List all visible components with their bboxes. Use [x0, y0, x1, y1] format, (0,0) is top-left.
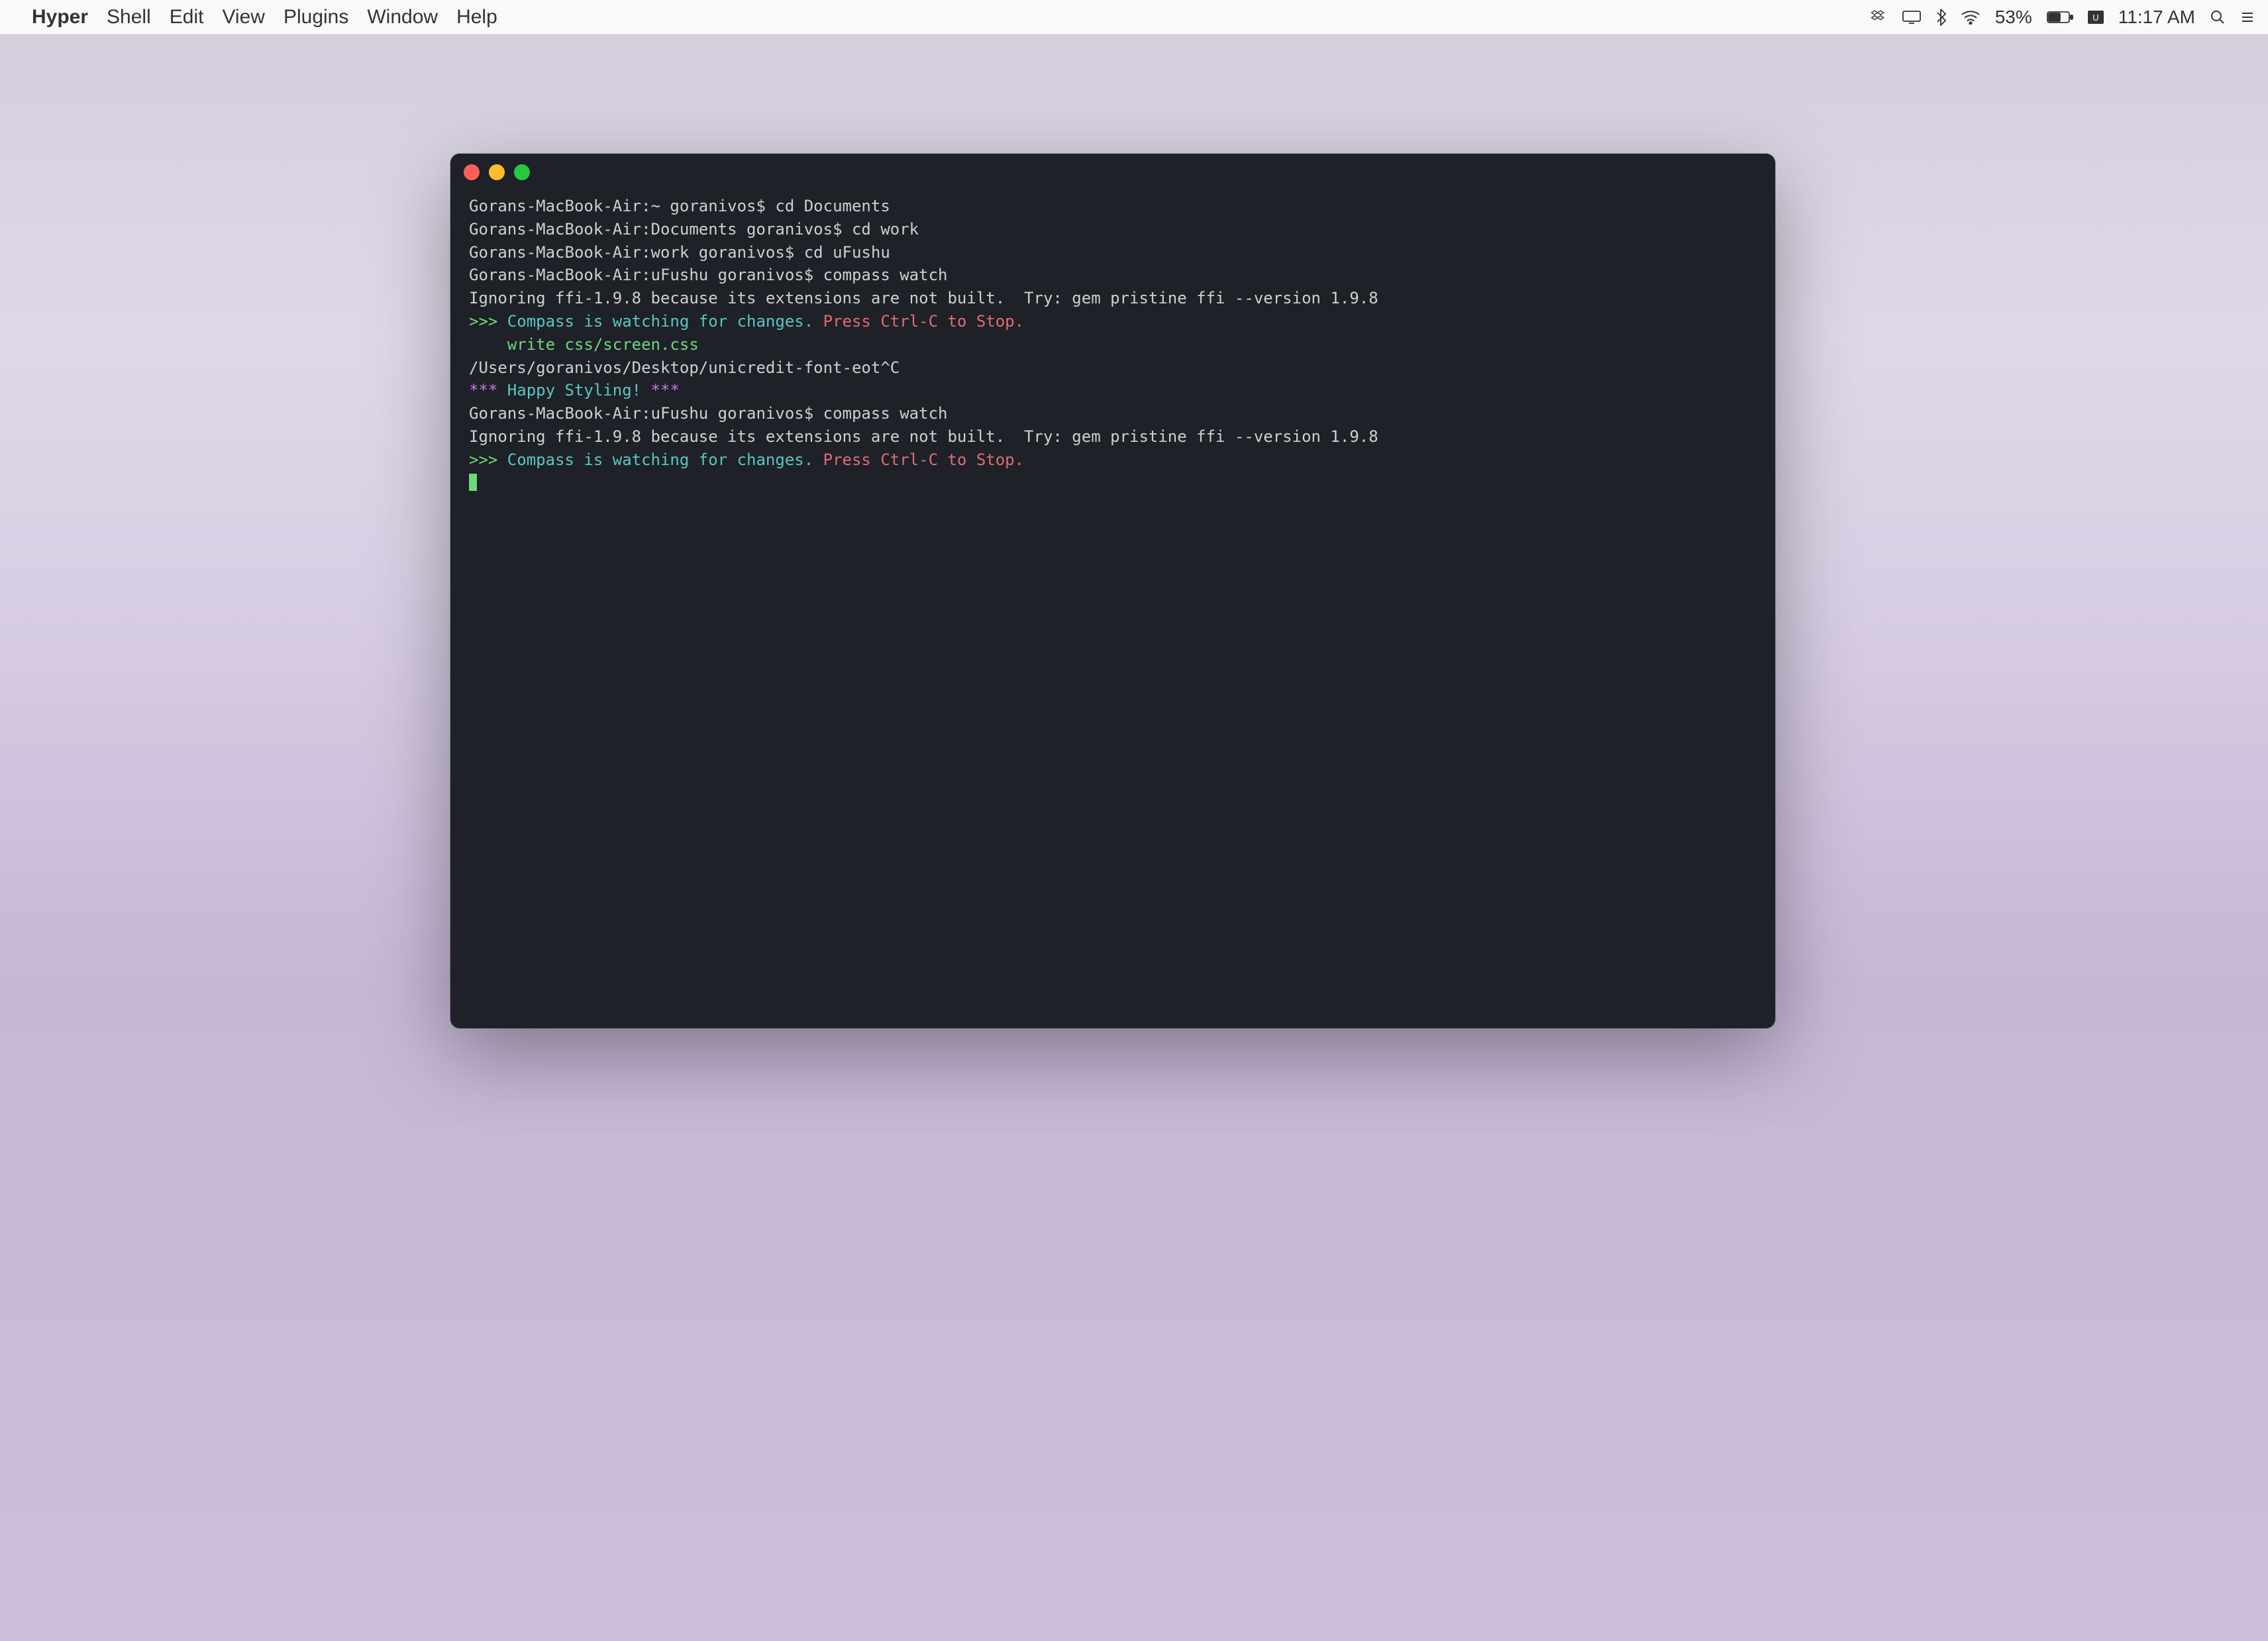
bluetooth-icon[interactable] [1935, 9, 1946, 26]
svg-text:U: U [2092, 13, 2098, 23]
terminal-cursor-line [469, 472, 1757, 495]
window-close-button[interactable] [464, 164, 480, 180]
terminal-line: Gorans-MacBook-Air:work goranivos$ cd uF… [469, 241, 1757, 264]
menu-view[interactable]: View [222, 6, 264, 28]
menu-bar: Hyper Shell Edit View Plugins Window Hel… [0, 0, 2268, 34]
terminal-titlebar[interactable] [450, 154, 1775, 191]
terminal-line: *** Happy Styling! *** [469, 379, 1757, 402]
terminal-line: Gorans-MacBook-Air:~ goranivos$ cd Docum… [469, 195, 1757, 218]
terminal-window[interactable]: Gorans-MacBook-Air:~ goranivos$ cd Docum… [450, 154, 1775, 1028]
terminal-line: Ignoring ffi-1.9.8 because its extension… [469, 287, 1757, 310]
battery-percent[interactable]: 53% [1995, 7, 2032, 28]
battery-icon[interactable] [2047, 11, 2073, 24]
terminal-line: >>> Compass is watching for changes. Pre… [469, 310, 1757, 333]
notification-center-icon[interactable] [2240, 10, 2255, 25]
terminal-output[interactable]: Gorans-MacBook-Air:~ goranivos$ cd Docum… [450, 191, 1775, 513]
terminal-line: Gorans-MacBook-Air:uFushu goranivos$ com… [469, 264, 1757, 287]
wifi-icon[interactable] [1961, 10, 1981, 25]
desktop[interactable]: Gorans-MacBook-Air:~ goranivos$ cd Docum… [0, 34, 2268, 1641]
terminal-line: /Users/goranivos/Desktop/unicredit-font-… [469, 356, 1757, 380]
menu-bar-clock[interactable]: 11:17 AM [2118, 7, 2195, 28]
dropbox-icon[interactable] [1871, 9, 1888, 26]
window-minimize-button[interactable] [489, 164, 505, 180]
spotlight-icon[interactable] [2210, 9, 2226, 25]
terminal-line: Gorans-MacBook-Air:Documents goranivos$ … [469, 218, 1757, 241]
window-zoom-button[interactable] [514, 164, 530, 180]
menu-edit[interactable]: Edit [170, 6, 204, 28]
input-source-icon[interactable]: U [2088, 11, 2104, 24]
menu-plugins[interactable]: Plugins [284, 6, 348, 28]
menu-shell[interactable]: Shell [107, 6, 151, 28]
terminal-line: Ignoring ffi-1.9.8 because its extension… [469, 425, 1757, 449]
menu-window[interactable]: Window [367, 6, 438, 28]
terminal-line: Gorans-MacBook-Air:uFushu goranivos$ com… [469, 402, 1757, 425]
menu-bar-status: 53% U 11:17 AM [1871, 7, 2255, 28]
menu-help[interactable]: Help [456, 6, 497, 28]
terminal-line: >>> Compass is watching for changes. Pre… [469, 449, 1757, 472]
terminal-line: write css/screen.css [469, 333, 1757, 356]
display-mirror-icon[interactable] [1902, 11, 1921, 24]
app-name[interactable]: Hyper [32, 6, 88, 28]
